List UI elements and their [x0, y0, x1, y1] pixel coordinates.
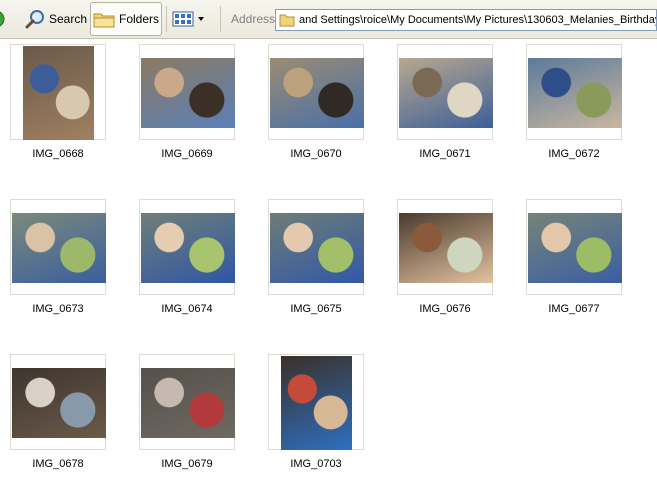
- thumbnail-image: [141, 213, 235, 283]
- file-name[interactable]: IMG_0672: [516, 148, 632, 160]
- thumbnail-grid: IMG_0668 IMG_0669 IMG_0670 IMG_0671 IMG_0672…: [0, 38, 657, 498]
- back-button[interactable]: [0, 2, 8, 36]
- thumbnail-image: [281, 356, 352, 450]
- folder-icon: [93, 13, 115, 28]
- thumbnail-frame[interactable]: [10, 354, 106, 450]
- folders-button[interactable]: Folders: [90, 2, 162, 36]
- file-name[interactable]: IMG_0673: [0, 303, 116, 315]
- views-button[interactable]: [171, 2, 211, 36]
- address-text[interactable]: and Settings\roice\My Documents\My Pictu…: [299, 14, 656, 26]
- thumbnail-frame[interactable]: [10, 199, 106, 295]
- address-bar[interactable]: and Settings\roice\My Documents\My Pictu…: [275, 9, 657, 31]
- file-name[interactable]: IMG_0677: [516, 303, 632, 315]
- thumbnail-image: [399, 58, 493, 128]
- thumbnail-image: [270, 58, 364, 128]
- magnifier-icon: [25, 10, 44, 29]
- thumbnail-frame[interactable]: [526, 199, 622, 295]
- file-name[interactable]: IMG_0674: [129, 303, 245, 315]
- toolbar-separator: [220, 6, 221, 32]
- file-name[interactable]: IMG_0676: [387, 303, 503, 315]
- thumbnail-frame[interactable]: [268, 199, 364, 295]
- file-name[interactable]: IMG_0675: [258, 303, 374, 315]
- thumbnail-frame[interactable]: [139, 354, 235, 450]
- toolbar-separator: [166, 6, 167, 32]
- thumbnail-image: [23, 46, 94, 140]
- thumbnail-image: [528, 213, 622, 283]
- file-name[interactable]: IMG_0668: [0, 148, 116, 160]
- thumbnail-frame[interactable]: [10, 44, 106, 140]
- file-name[interactable]: IMG_0679: [129, 458, 245, 470]
- thumbnail-image: [270, 213, 364, 283]
- toolbar: Search Folders Address and Settings\roic…: [0, 0, 657, 39]
- address-label: Address: [231, 12, 276, 26]
- thumbnail-frame[interactable]: [397, 44, 493, 140]
- views-grid-icon: [172, 11, 204, 27]
- search-label: Search: [49, 12, 88, 26]
- thumbnail-frame[interactable]: [139, 44, 235, 140]
- thumbnail-image: [12, 368, 106, 438]
- thumbnail-frame[interactable]: [268, 354, 364, 450]
- thumbnail-image: [528, 58, 622, 128]
- thumbnail-image: [399, 213, 493, 283]
- back-arrow-icon: [0, 11, 5, 27]
- search-button[interactable]: Search: [20, 2, 91, 36]
- file-name[interactable]: IMG_0670: [258, 148, 374, 160]
- thumbnail-frame[interactable]: [268, 44, 364, 140]
- thumbnail-frame[interactable]: [526, 44, 622, 140]
- address-folder-icon: [279, 14, 295, 27]
- file-name[interactable]: IMG_0671: [387, 148, 503, 160]
- file-name[interactable]: IMG_0678: [0, 458, 116, 470]
- thumbnail-image: [12, 213, 106, 283]
- thumbnail-frame[interactable]: [139, 199, 235, 295]
- thumbnail-frame[interactable]: [397, 199, 493, 295]
- file-name[interactable]: IMG_0703: [258, 458, 374, 470]
- thumbnail-image: [141, 368, 235, 438]
- file-name[interactable]: IMG_0669: [129, 148, 245, 160]
- folders-label: Folders: [118, 12, 159, 26]
- thumbnail-image: [141, 58, 235, 128]
